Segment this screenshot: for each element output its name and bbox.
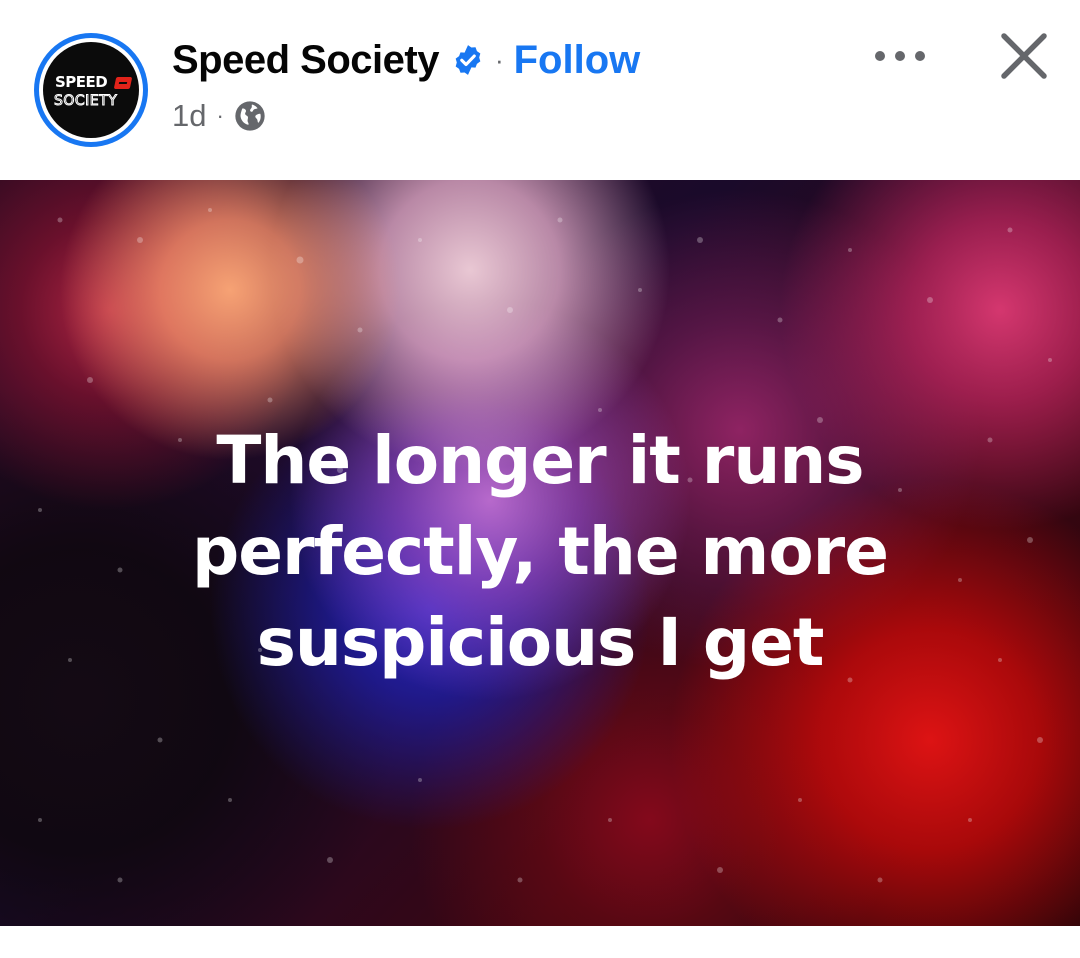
close-icon: [1001, 33, 1047, 79]
avatar-ring: SPEED SOCIETY: [39, 38, 143, 142]
meta-separator: ·: [216, 103, 224, 128]
post-card: SPEED SOCIETY Speed Society · Follow 1d …: [0, 0, 1080, 958]
post-image[interactable]: The longer it runs perfectly, the more s…: [0, 180, 1080, 926]
more-options-button[interactable]: [866, 33, 934, 79]
globe-icon: [234, 100, 266, 132]
quote-line-1: The longer it runs: [216, 422, 864, 499]
logo-text-society: SOCIETY: [53, 93, 118, 110]
title-separator: ·: [494, 44, 504, 75]
logo-text-speed: SPEED: [55, 73, 108, 91]
post-title-row: Speed Society · Follow: [172, 32, 640, 88]
image-quote-text: The longer it runs perfectly, the more s…: [140, 415, 940, 688]
post-timestamp[interactable]: 1d: [172, 98, 206, 134]
more-options-icon: [875, 51, 925, 61]
follow-button[interactable]: Follow: [514, 38, 641, 83]
verified-badge-icon: [451, 43, 485, 77]
close-button[interactable]: [990, 22, 1058, 90]
post-header: SPEED SOCIETY Speed Society · Follow 1d …: [0, 0, 1080, 180]
post-footer-gap: [0, 926, 1080, 958]
quote-line-3: suspicious I get: [256, 604, 825, 681]
logo-s-mark-icon: [113, 77, 133, 89]
post-meta-row: 1d ·: [172, 96, 266, 136]
speed-society-logo: SPEED SOCIETY: [43, 42, 139, 138]
page-name-link[interactable]: Speed Society: [172, 38, 439, 83]
quote-line-2: perfectly, the more: [192, 513, 889, 590]
page-avatar[interactable]: SPEED SOCIETY: [34, 33, 148, 147]
